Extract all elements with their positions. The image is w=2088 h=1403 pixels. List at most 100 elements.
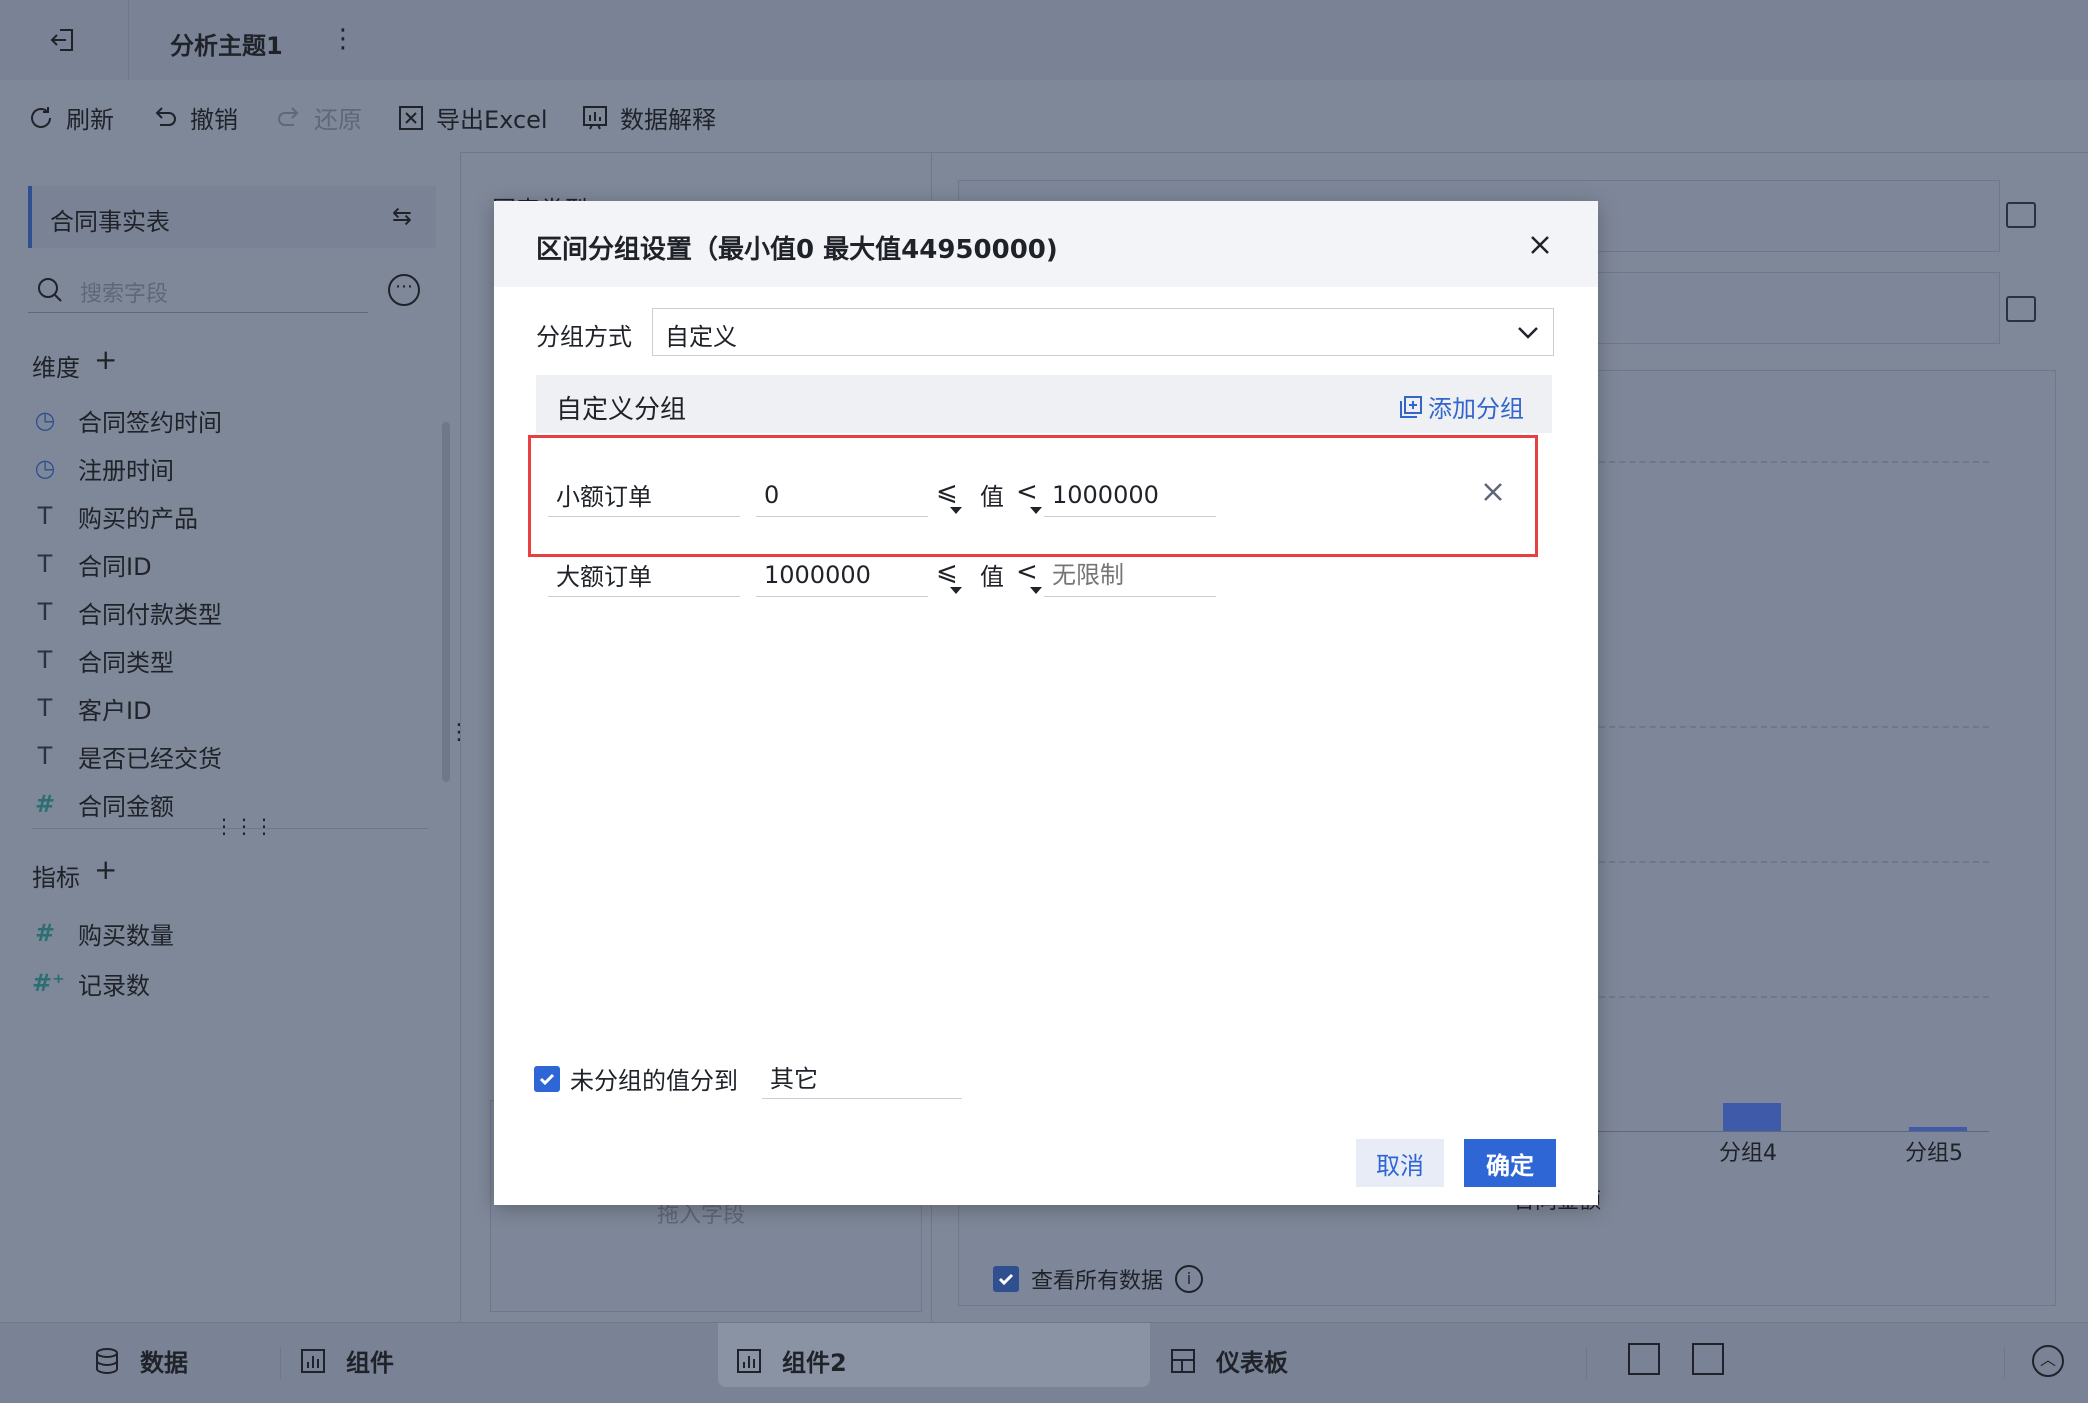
add-group-label: 添加分组: [1428, 395, 1524, 423]
le-operator: ⩽: [936, 477, 958, 507]
min-operator-select[interactable]: ⩽: [936, 477, 966, 517]
dimension-item[interactable]: T 合同付款类型: [32, 588, 222, 636]
explain-label: 数据解释: [620, 106, 716, 134]
dimension-item[interactable]: ◷ 合同签约时间: [32, 396, 222, 444]
clock-icon: ◷: [34, 406, 56, 434]
tab-data-label: 数据: [140, 1349, 188, 1377]
group-max-input[interactable]: [1044, 473, 1216, 517]
bar-group4[interactable]: [1723, 1103, 1781, 1131]
dimension-label-8: 合同金额: [78, 792, 174, 821]
add-group-button[interactable]: 添加分组: [1398, 389, 1524, 424]
dimension-item[interactable]: T 合同ID: [32, 540, 222, 588]
bottom-tabs: 数据 组件 组件2 仪表板 ︿: [0, 1322, 2088, 1403]
gridline: [1579, 726, 1989, 728]
data-explain-button[interactable]: 数据解释: [580, 100, 716, 135]
dimension-label-2: 购买的产品: [78, 504, 198, 533]
add-component-icon[interactable]: [1628, 1343, 1660, 1375]
measure-item[interactable]: #⁺ 记录数: [32, 958, 174, 1008]
dimension-item[interactable]: ◷ 注册时间: [32, 444, 222, 492]
search-field[interactable]: 搜索字段: [28, 268, 368, 313]
max-operator-select[interactable]: <: [1016, 477, 1046, 517]
text-icon: T: [37, 646, 53, 674]
measure-label-1: 记录数: [78, 971, 150, 1000]
chart-icon: [301, 1348, 325, 1373]
search-icon: [38, 278, 62, 302]
dataset-name: 合同事实表: [50, 208, 170, 236]
text-icon: T: [37, 742, 53, 770]
group-method-value: 自定义: [665, 323, 737, 351]
info-icon[interactable]: i: [1175, 1265, 1204, 1293]
gridline: [1579, 996, 1989, 998]
close-icon[interactable]: [1526, 231, 1554, 259]
dimension-label-4: 合同付款类型: [78, 600, 222, 629]
more-icon[interactable]: ⋮: [330, 24, 356, 54]
redo-button[interactable]: 还原: [274, 100, 362, 135]
add-measure-icon[interactable]: +: [94, 856, 117, 893]
redo-icon: [278, 106, 299, 126]
top-bar: 分析主题1 ⋮: [0, 0, 2088, 81]
cancel-button[interactable]: 取消: [1356, 1139, 1444, 1187]
toolbar: 刷新 撤销 还原 导出Excel 数据解释: [0, 80, 2088, 153]
export-label: 导出Excel: [436, 106, 548, 134]
refresh-icon: [31, 106, 51, 128]
measure-item[interactable]: # 购买数量: [32, 908, 174, 958]
group-max-input[interactable]: [1044, 553, 1216, 597]
dimension-label-7: 是否已经交货: [78, 744, 222, 773]
dataset-selector[interactable]: 合同事实表 ⇆: [28, 186, 436, 248]
chart-explain-icon: [583, 105, 607, 129]
refresh-button[interactable]: 刷新: [26, 100, 114, 135]
text-icon: T: [37, 550, 53, 578]
min-operator-select[interactable]: ⩽: [936, 557, 966, 597]
resize-handle[interactable]: ⋮⋮⋮: [214, 814, 274, 838]
max-operator-select[interactable]: <: [1016, 557, 1046, 597]
toolbox-icon[interactable]: [2006, 202, 2036, 228]
value-label: 值: [980, 483, 1004, 511]
lt-operator: <: [1016, 477, 1038, 507]
view-all-checkbox[interactable]: 查看所有数据 i: [993, 1263, 1204, 1295]
header-divider: [128, 0, 129, 80]
export-excel-button[interactable]: 导出Excel: [396, 100, 548, 135]
add-dimension-icon[interactable]: +: [94, 346, 117, 383]
delete-group-icon[interactable]: [1480, 479, 1506, 505]
tab-component[interactable]: 组件: [300, 1343, 394, 1378]
switch-dataset-icon[interactable]: ⇆: [392, 202, 412, 230]
dimension-item[interactable]: T 购买的产品: [32, 492, 222, 540]
undo-button[interactable]: 撤销: [150, 100, 238, 135]
ok-button[interactable]: 确定: [1464, 1139, 1556, 1187]
dimension-item[interactable]: # 合同金额: [32, 780, 222, 828]
redo-label: 还原: [314, 106, 362, 134]
tab-dashboard[interactable]: 仪表板: [1170, 1343, 1288, 1378]
ungrouped-checkbox[interactable]: 未分组的值分到: [534, 1061, 738, 1096]
more-options-icon[interactable]: ⋯: [388, 274, 420, 306]
bar-group5[interactable]: [1909, 1127, 1967, 1131]
dimension-item[interactable]: T 合同类型: [32, 636, 222, 684]
undo-label: 撤销: [190, 106, 238, 134]
ungrouped-value-input[interactable]: [762, 1055, 962, 1099]
measure-header: 指标 +: [32, 856, 117, 893]
group-name-input[interactable]: [548, 553, 740, 597]
tab-data[interactable]: 数据: [94, 1343, 188, 1378]
undo-icon: [155, 106, 176, 126]
caret-down-icon: [1030, 507, 1042, 514]
caret-down-icon: [1030, 587, 1042, 594]
hash-icon: #: [34, 790, 56, 818]
group-min-input[interactable]: [756, 553, 928, 597]
database-icon: [96, 1347, 118, 1374]
toolbox-icon[interactable]: [2006, 296, 2036, 322]
dimension-item[interactable]: T 客户ID: [32, 684, 222, 732]
checkbox-checked: [534, 1065, 560, 1092]
group-name-input[interactable]: [548, 473, 740, 517]
exit-icon[interactable]: [48, 24, 80, 56]
page-title[interactable]: 分析主题1: [170, 26, 283, 61]
collapse-up-icon[interactable]: ︿: [2032, 1345, 2064, 1377]
dimension-label-5: 合同类型: [78, 648, 174, 677]
text-icon: T: [37, 598, 53, 626]
group-method-select[interactable]: 自定义: [652, 308, 1554, 356]
group-min-input[interactable]: [756, 473, 928, 517]
add-dashboard-icon[interactable]: [1692, 1343, 1724, 1375]
dimension-item[interactable]: T 是否已经交货: [32, 732, 222, 780]
gridline: [1579, 861, 1989, 863]
gridline: [1579, 461, 1989, 463]
dimension-label-0: 合同签约时间: [78, 408, 222, 437]
tab-component2[interactable]: 组件2: [736, 1343, 847, 1378]
